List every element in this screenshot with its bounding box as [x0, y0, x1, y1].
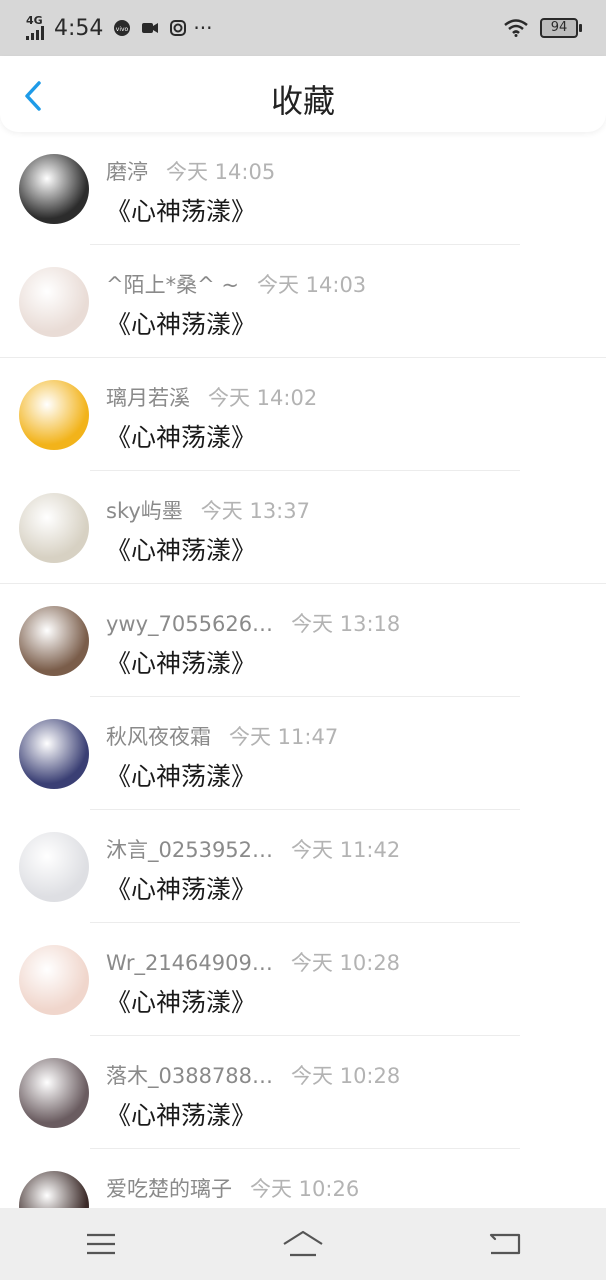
username[interactable]: 沐言_0253952… — [106, 838, 273, 862]
favorites-list: 磨渟 今天 14:05 《心神荡漾》 ^陌上*桑^ ~ 今天 14:03 《心神荡漾》 璃月… — [0, 132, 606, 1262]
timestamp: 今天 13:37 — [200, 499, 310, 523]
avatar[interactable] — [19, 719, 89, 789]
home-button[interactable] — [273, 1222, 333, 1266]
favorite-text[interactable]: 《心神荡漾》 — [106, 305, 256, 341]
item-meta: 秋风夜夜霜 今天 11:47 — [106, 721, 338, 751]
title-bar: 收藏 — [0, 56, 606, 132]
avatar[interactable] — [19, 380, 89, 450]
avatar[interactable] — [19, 1058, 89, 1128]
username[interactable]: ^陌上*桑^ ~ — [106, 273, 239, 297]
avatar[interactable] — [19, 493, 89, 563]
list-item[interactable]: ^陌上*桑^ ~ 今天 14:03 《心神荡漾》 — [0, 245, 606, 358]
username[interactable]: Wr_21464909… — [106, 951, 273, 975]
favorite-text[interactable]: 《心神荡漾》 — [106, 983, 256, 1019]
avatar[interactable] — [19, 154, 89, 224]
timestamp: 今天 11:42 — [291, 838, 401, 862]
favorite-text[interactable]: 《心神荡漾》 — [106, 1096, 256, 1132]
item-meta: ywy_7055626… 今天 13:18 — [106, 608, 400, 638]
page-title: 收藏 — [270, 82, 335, 120]
item-meta: 璃月若溪 今天 14:02 — [106, 382, 317, 412]
svg-text:vivo: vivo — [116, 26, 129, 33]
username[interactable]: 爱吃楚的璃子 — [106, 1177, 232, 1201]
list-item[interactable]: ywy_7055626… 今天 13:18 《心神荡漾》 — [0, 584, 606, 697]
item-meta: 落木_0388788… 今天 10:28 — [106, 1060, 400, 1090]
more-notifications-icon: ··· — [193, 16, 213, 40]
item-meta: 沐言_0253952… 今天 11:42 — [106, 834, 400, 864]
battery-level: 94 — [550, 20, 568, 35]
item-meta: ^陌上*桑^ ~ 今天 14:03 — [106, 269, 366, 299]
timestamp: 今天 14:02 — [208, 386, 318, 410]
list-item[interactable]: 沐言_0253952… 今天 11:42 《心神荡漾》 — [0, 810, 606, 923]
username[interactable]: ywy_7055626… — [106, 612, 273, 636]
menu-button[interactable] — [71, 1222, 131, 1266]
avatar[interactable] — [19, 267, 89, 337]
signal-icon: 4G — [26, 14, 44, 40]
timestamp: 今天 14:05 — [166, 160, 276, 184]
favorite-text[interactable]: 《心神荡漾》 — [106, 531, 256, 567]
wifi-icon — [504, 19, 528, 37]
favorite-text[interactable]: 《心神荡漾》 — [106, 644, 256, 680]
list-item[interactable]: 落木_0388788… 今天 10:28 《心神荡漾》 — [0, 1036, 606, 1149]
timestamp: 今天 14:03 — [256, 273, 367, 297]
favorite-text[interactable]: 《心神荡漾》 — [106, 192, 256, 228]
network-label: 4G — [26, 14, 43, 27]
list-item[interactable]: 秋风夜夜霜 今天 11:47 《心神荡漾》 — [0, 697, 606, 810]
app-notification-icon: vivo — [114, 20, 131, 36]
avatar[interactable] — [19, 606, 89, 676]
favorite-text[interactable]: 《心神荡漾》 — [106, 757, 256, 793]
username[interactable]: sky屿墨 — [106, 499, 183, 523]
avatar[interactable] — [19, 832, 89, 902]
battery-icon: 94 — [540, 18, 582, 38]
avatar[interactable] — [19, 945, 89, 1015]
item-meta: 爱吃楚的璃子 今天 10:26 — [106, 1173, 359, 1203]
list-item[interactable]: sky屿墨 今天 13:37 《心神荡漾》 — [0, 471, 606, 584]
menu-icon — [87, 1233, 115, 1255]
list-item[interactable]: Wr_21464909… 今天 10:28 《心神荡漾》 — [0, 923, 606, 1036]
username[interactable]: 磨渟 — [106, 160, 148, 184]
return-button[interactable] — [475, 1222, 535, 1266]
timestamp: 今天 10:28 — [291, 1064, 401, 1088]
username[interactable]: 璃月若溪 — [106, 386, 190, 410]
username[interactable]: 秋风夜夜霜 — [106, 725, 211, 749]
item-meta: sky屿墨 今天 13:37 — [106, 495, 310, 525]
item-meta: Wr_21464909… 今天 10:28 — [106, 947, 400, 977]
status-bar: 4G 4:54 vivo ··· 94 — [0, 0, 606, 56]
item-meta: 磨渟 今天 14:05 — [106, 156, 275, 186]
timestamp: 今天 13:18 — [291, 612, 401, 636]
timestamp: 今天 10:26 — [250, 1177, 360, 1201]
username[interactable]: 落木_0388788… — [106, 1064, 273, 1088]
status-time: 4:54 — [54, 15, 104, 41]
favorite-text[interactable]: 《心神荡漾》 — [106, 870, 256, 906]
return-icon — [489, 1233, 521, 1255]
list-item[interactable]: 磨渟 今天 14:05 《心神荡漾》 — [0, 132, 606, 245]
list-item[interactable]: 璃月若溪 今天 14:02 《心神荡漾》 — [0, 358, 606, 471]
timestamp: 今天 11:47 — [229, 725, 339, 749]
camera-notification-icon — [170, 20, 187, 36]
video-notification-icon — [142, 23, 159, 33]
system-nav-bar — [0, 1208, 606, 1280]
favorite-text[interactable]: 《心神荡漾》 — [106, 418, 256, 454]
timestamp: 今天 10:28 — [290, 951, 401, 975]
home-icon — [283, 1230, 323, 1257]
